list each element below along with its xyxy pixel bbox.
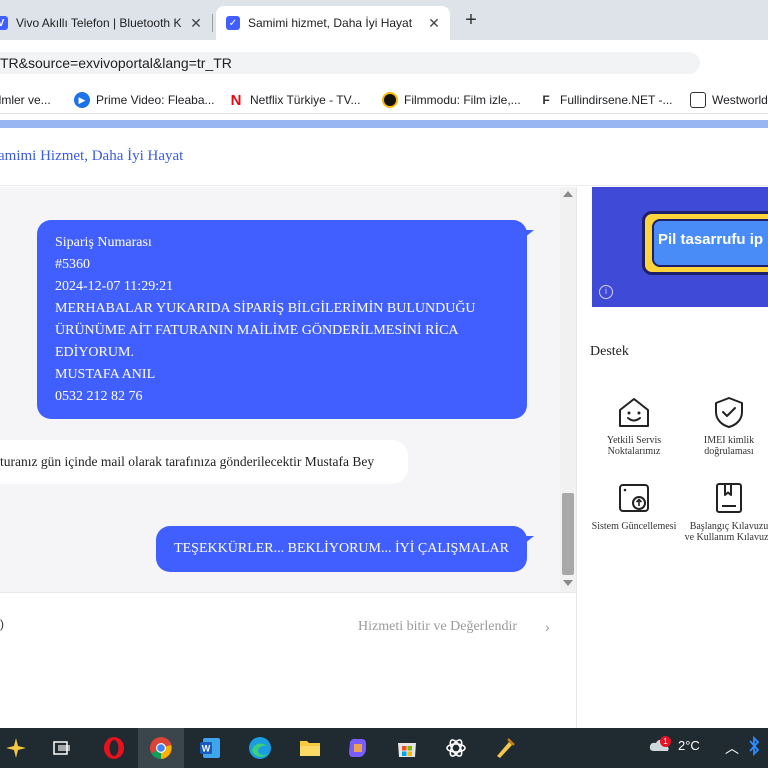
microsoft-store-icon[interactable] bbox=[393, 734, 421, 762]
tile-imei-verification[interactable]: IMEI kimlik doğrulaması bbox=[683, 395, 768, 457]
bookmark-filmler[interactable]: ilmler ve... bbox=[0, 91, 51, 109]
bookmark-label: Filmmodu: Film izle,... bbox=[404, 93, 521, 107]
scroll-thumb[interactable] bbox=[562, 493, 574, 575]
shield-check-icon bbox=[715, 397, 743, 428]
opera-icon[interactable] bbox=[100, 734, 128, 762]
bookmark-label: Westworld bbox=[712, 93, 768, 107]
vivo-favicon-icon: V bbox=[0, 16, 8, 30]
tile-label: doğrulaması bbox=[704, 446, 754, 457]
bookmark-netflix[interactable]: N Netflix Türkiye - TV... bbox=[228, 91, 361, 109]
info-icon[interactable]: i bbox=[599, 285, 613, 299]
file-explorer-icon[interactable] bbox=[296, 734, 324, 762]
tab-samimi-hizmet[interactable]: ✓ Samimi hizmet, Daha İyi Hayat ✕ bbox=[216, 6, 450, 40]
word-icon[interactable]: W bbox=[196, 734, 224, 762]
tile-label: Başlangıç Kılavuzu bbox=[689, 521, 768, 532]
message-line: MUSTAFA ANIL bbox=[55, 367, 156, 382]
svg-text:W: W bbox=[202, 744, 211, 754]
tile-label: IMEI kimlik bbox=[703, 435, 755, 446]
scroll-down-arrow-icon[interactable] bbox=[563, 580, 573, 586]
bookmark-fullindirsene[interactable]: F Fullindirsene.NET -... bbox=[538, 91, 672, 109]
close-tab-icon[interactable]: ✕ bbox=[188, 15, 204, 31]
address-bar-row: TR&source=exvivoportal&lang=tr_TR bbox=[0, 40, 768, 86]
bookmark-westworld[interactable]: Westworld bbox=[690, 91, 768, 109]
weather-widget[interactable]: 2°C bbox=[648, 737, 700, 753]
message-line: MERHABALAR YUKARIDA SİPARİŞ BİLGİLERİMİN… bbox=[55, 301, 476, 316]
chat-footer: )) Hizmeti bitir ve Değerlendir › bbox=[0, 592, 576, 728]
system-update-icon bbox=[619, 484, 649, 512]
bookmark-filmmodu[interactable]: Filmmodu: Film izle,... bbox=[382, 91, 521, 109]
tile-label: Yetkili Servis bbox=[606, 435, 662, 446]
end-service-button[interactable]: Hizmeti bitir ve Değerlendir bbox=[358, 619, 517, 635]
play-icon: ▶ bbox=[74, 92, 90, 108]
order-number-label: Sipariş Numarası bbox=[55, 235, 152, 250]
bookmark-prime-video[interactable]: ▶ Prime Video: Fleaba... bbox=[74, 91, 215, 109]
house-smile-icon bbox=[619, 398, 649, 427]
edge-icon[interactable] bbox=[246, 734, 274, 762]
agent-message-bubble: turanız gün içinde mail olarak tarafınız… bbox=[0, 440, 408, 484]
notification-badge: 1 bbox=[660, 736, 671, 747]
page-header: amimi Hizmet, Daha İyi Hayat bbox=[0, 128, 768, 186]
tab-separator bbox=[212, 14, 213, 32]
scroll-up-arrow-icon[interactable] bbox=[563, 191, 573, 197]
message-line: EDİYORUM. bbox=[55, 345, 134, 360]
tile-label: Sistem Güncellemesi bbox=[591, 521, 677, 532]
new-tab-button[interactable]: + bbox=[460, 9, 482, 31]
tile-system-update[interactable]: Sistem Güncellemesi bbox=[588, 481, 680, 532]
task-view-icon[interactable] bbox=[48, 734, 76, 762]
tab-strip: V Vivo Akıllı Telefon | Bluetooth K ✕ ✓ … bbox=[0, 0, 768, 40]
tile-label: ve Kullanım Kılavuzu bbox=[684, 532, 768, 543]
netflix-icon: N bbox=[230, 91, 242, 109]
bookmark-label: Fullindirsene.NET -... bbox=[560, 93, 673, 107]
order-number-value: #5360 bbox=[55, 257, 90, 272]
copilot-app-icon[interactable] bbox=[344, 734, 372, 762]
message-line: 0532 212 82 76 bbox=[55, 389, 143, 404]
banner-text: Pil tasarrufu ip bbox=[658, 231, 764, 248]
user-message-bubble: TEŞEKKÜRLER... BEKLİYORUM... İYİ ÇALIŞMA… bbox=[156, 526, 527, 572]
close-tab-icon[interactable]: ✕ bbox=[426, 15, 442, 31]
vivo-favicon-icon: ✓ bbox=[226, 16, 240, 30]
chat-scrollbar[interactable] bbox=[560, 187, 576, 592]
support-title: Destek bbox=[590, 344, 629, 359]
right-panel: Pil tasarrufu ip i Destek Yetkili Servis… bbox=[576, 187, 768, 728]
url-field[interactable]: TR&source=exvivoportal&lang=tr_TR bbox=[0, 52, 700, 74]
bookmark-label: ilmler ve... bbox=[0, 93, 51, 107]
tab-title: Samimi hizmet, Daha İyi Hayat bbox=[248, 16, 413, 30]
tv-icon bbox=[690, 92, 706, 108]
temperature: 2°C bbox=[678, 737, 700, 753]
chatgpt-icon[interactable] bbox=[442, 734, 470, 762]
page-top-stripe bbox=[0, 120, 768, 128]
bookmark-label: Prime Video: Fleaba... bbox=[96, 93, 215, 107]
tool-app-icon[interactable] bbox=[491, 734, 519, 762]
message-line: ÜRÜNÜME AİT FATURANIN MAİLİME GÖNDERİLME… bbox=[55, 323, 459, 338]
manual-book-icon bbox=[716, 483, 742, 513]
filmmodu-icon bbox=[382, 92, 398, 108]
page-title: amimi Hizmet, Daha İyi Hayat bbox=[0, 148, 184, 164]
chevron-right-icon: › bbox=[545, 619, 550, 635]
voice-icon[interactable]: )) bbox=[0, 617, 4, 631]
order-timestamp: 2024-12-07 11:29:21 bbox=[55, 279, 174, 294]
bookmark-label: Netflix Türkiye - TV... bbox=[250, 93, 361, 107]
bubble-tail bbox=[524, 536, 534, 544]
tile-authorized-service[interactable]: Yetkili Servis Noktalarımız bbox=[588, 395, 680, 457]
bubble-tail bbox=[524, 230, 534, 238]
windows-taskbar: W 2°C 1 ︿ bbox=[0, 728, 768, 768]
copilot-sparkle-icon[interactable] bbox=[2, 734, 30, 762]
tab-vivo-phone[interactable]: V Vivo Akıllı Telefon | Bluetooth K ✕ bbox=[0, 6, 212, 40]
bluetooth-icon[interactable] bbox=[748, 735, 764, 758]
chevron-up-icon[interactable]: ︿ bbox=[725, 738, 739, 758]
tile-label: Noktalarımız bbox=[607, 446, 661, 457]
chat-area: Sipariş Numarası #5360 2024-12-07 11:29:… bbox=[0, 187, 576, 592]
user-message-bubble: Sipariş Numarası #5360 2024-12-07 11:29:… bbox=[37, 220, 527, 419]
promo-banner[interactable]: Pil tasarrufu ip i bbox=[592, 187, 768, 307]
tile-user-manual[interactable]: Başlangıç Kılavuzu ve Kullanım Kılavuzu bbox=[683, 481, 768, 543]
bookmarks-bar: ilmler ve... ▶ Prime Video: Fleaba... N … bbox=[0, 86, 768, 114]
tab-title: Vivo Akıllı Telefon | Bluetooth K bbox=[16, 16, 181, 30]
f-icon: F bbox=[542, 93, 550, 107]
chrome-icon[interactable] bbox=[147, 734, 175, 762]
